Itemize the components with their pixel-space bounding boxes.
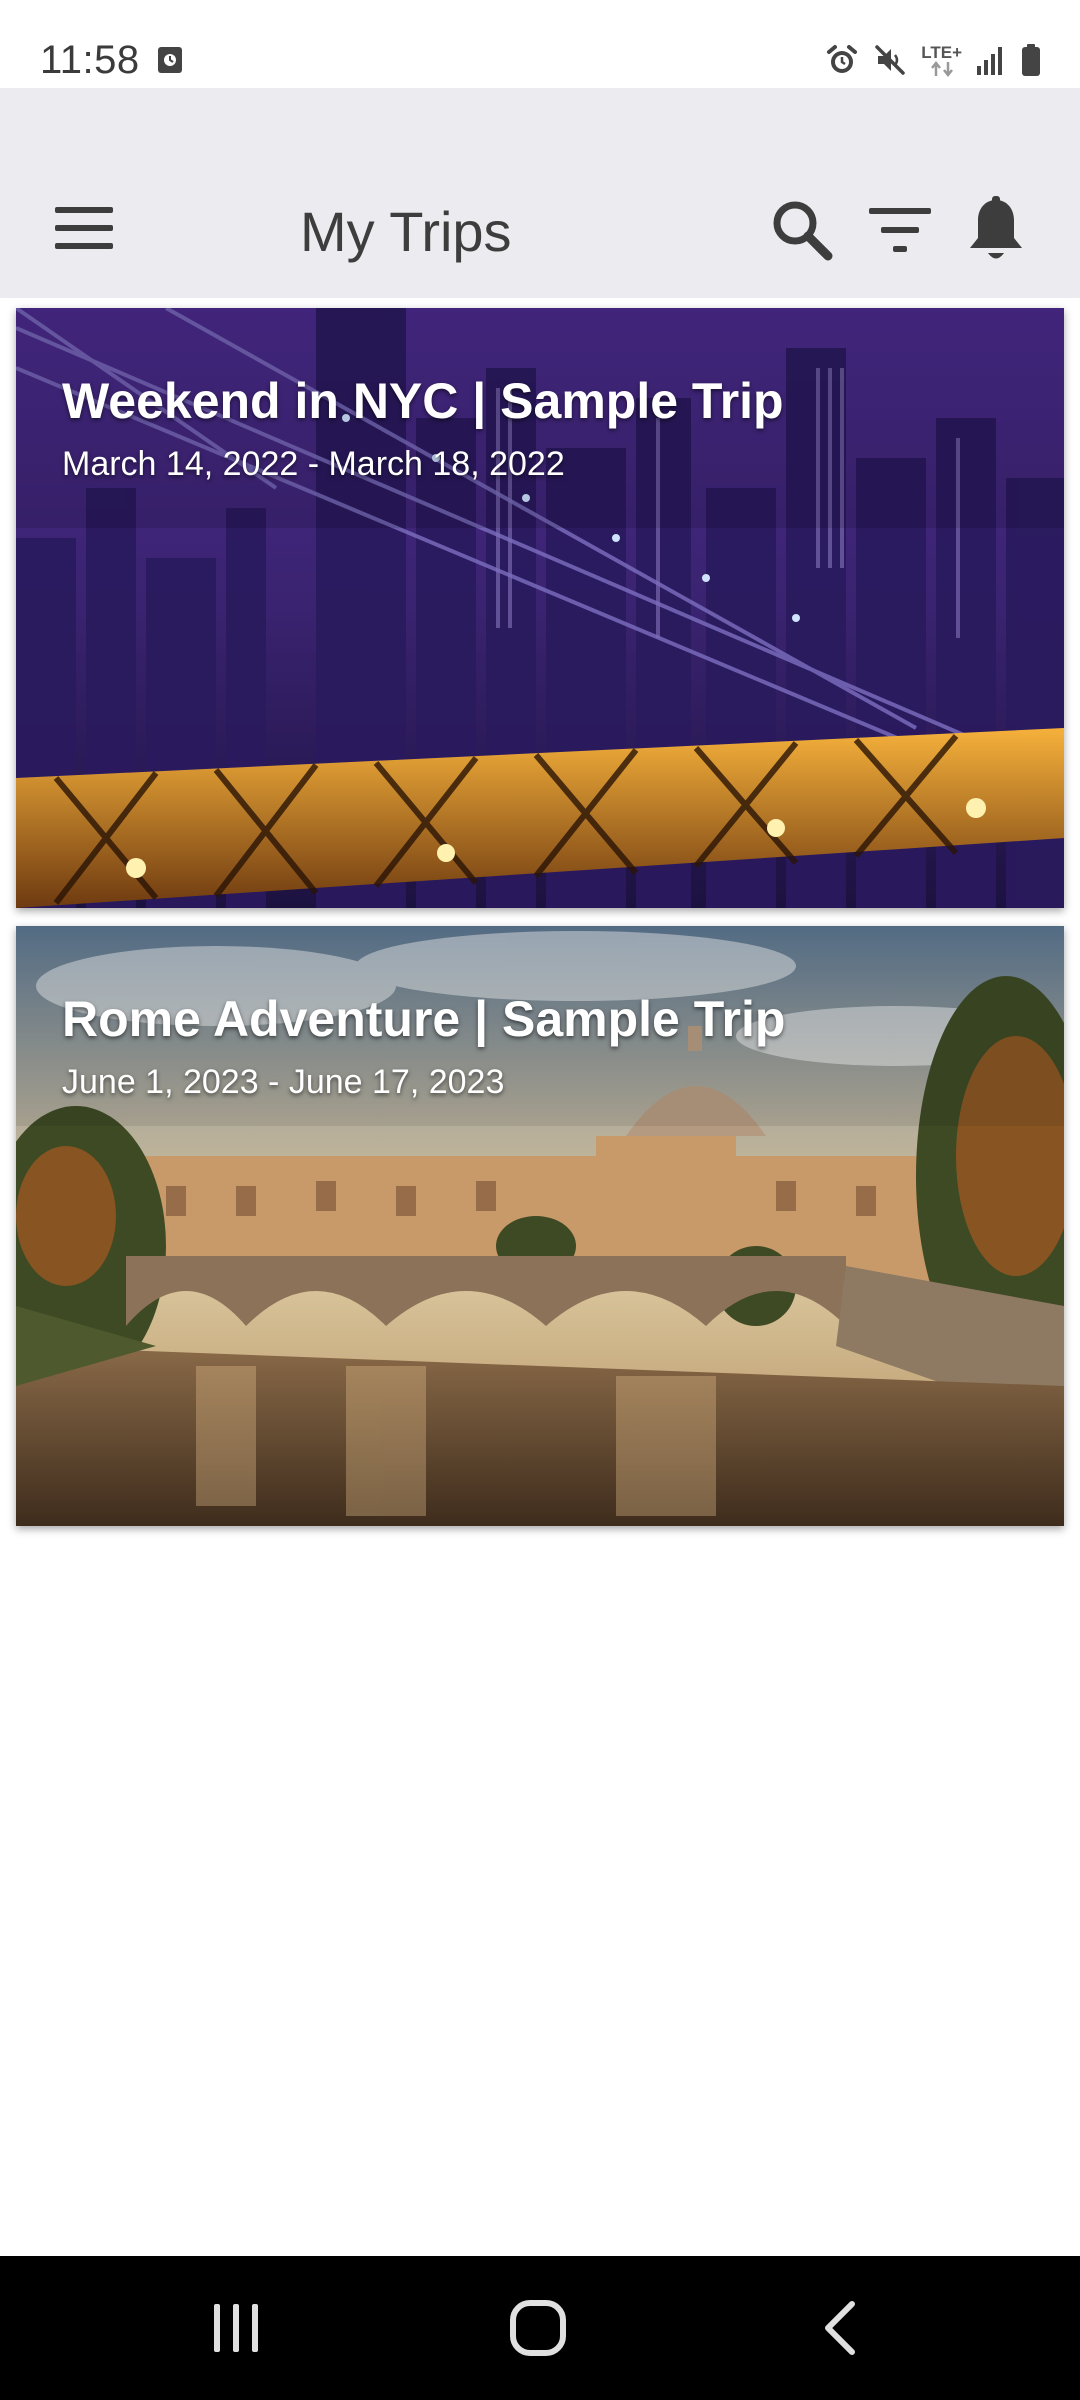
screen-record-icon <box>158 47 182 73</box>
system-nav-bar <box>0 2256 1080 2400</box>
trip-card-text: Rome Adventure | Sample Trip June 1, 202… <box>62 988 785 1104</box>
back-button[interactable] <box>790 2278 890 2378</box>
alarm-icon <box>827 45 858 73</box>
filter-button[interactable] <box>858 188 942 272</box>
search-icon <box>773 201 833 261</box>
trip-card-rome[interactable]: Rome Adventure | Sample Trip June 1, 202… <box>16 926 1064 1526</box>
trip-title: Weekend in NYC | Sample Trip <box>62 373 784 429</box>
trip-card-text: Weekend in NYC | Sample Trip March 14, 2… <box>62 370 784 486</box>
bell-icon <box>970 196 1022 259</box>
app-bar: My Trips <box>0 88 1080 298</box>
status-icons: LTE+ <box>825 40 1042 80</box>
trip-title: Rome Adventure | Sample Trip <box>62 991 786 1047</box>
lte-label: LTE+ <box>921 42 962 62</box>
mute-icon <box>875 45 905 75</box>
back-icon <box>825 2301 855 2355</box>
lte-icon: LTE+ <box>921 44 962 77</box>
recents-icon <box>214 2304 258 2352</box>
home-icon <box>510 2300 566 2356</box>
status-bar: 11:58 LTE+ <box>0 0 1080 88</box>
menu-button[interactable] <box>44 188 124 268</box>
recents-button[interactable] <box>186 2278 286 2378</box>
menu-icon <box>55 207 113 249</box>
page-title: My Trips <box>300 200 512 263</box>
notifications-button[interactable] <box>954 188 1038 272</box>
trip-dates: March 14, 2022 - March 18, 2022 <box>62 445 565 483</box>
trip-dates: June 1, 2023 - June 17, 2023 <box>62 1063 505 1101</box>
status-time: 11:58 <box>40 38 140 82</box>
battery-icon <box>1022 44 1040 76</box>
home-button[interactable] <box>488 2278 588 2378</box>
search-button[interactable] <box>760 188 844 272</box>
signal-icon <box>977 47 1002 75</box>
trip-card-nyc[interactable]: Weekend in NYC | Sample Trip March 14, 2… <box>16 308 1064 908</box>
filter-icon <box>869 208 931 252</box>
